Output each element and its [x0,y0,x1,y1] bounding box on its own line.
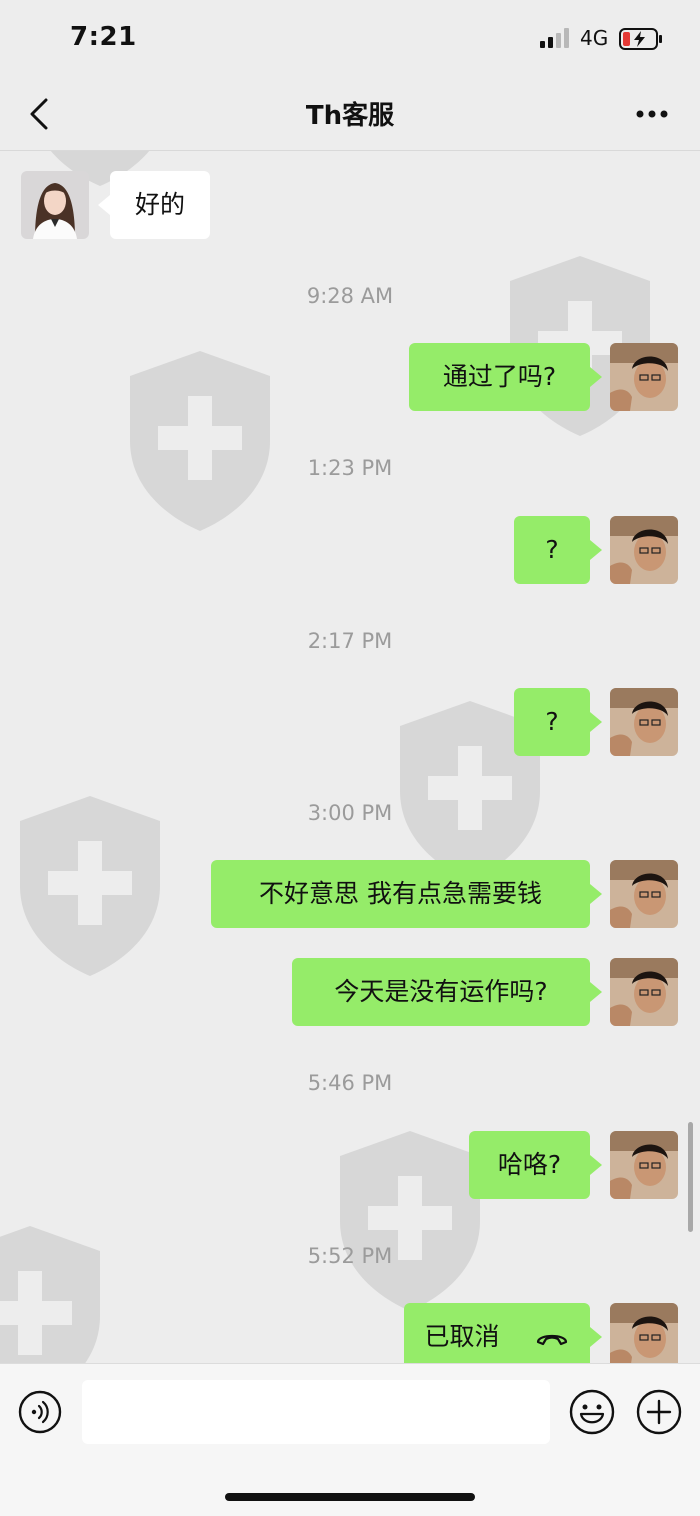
battery-icon [619,28,662,50]
shield-watermark-icon [340,1131,480,1311]
status-bar: 7:21 4G [0,0,700,80]
chat-header: Th客服 [0,80,700,151]
user-avatar[interactable] [610,516,678,584]
hangup-phone-icon [537,1334,568,1346]
message-timestamp: 1:23 PM [307,456,393,480]
scrollbar[interactable] [688,1122,693,1232]
signal-icon [540,28,569,48]
user-avatar[interactable] [610,860,678,928]
message-timestamp: 9:28 AM [306,284,394,308]
plus-icon[interactable] [636,1389,682,1435]
user-avatar[interactable] [610,688,678,756]
user-avatar[interactable] [610,1303,678,1363]
message-bubble-sent[interactable]: 不好意思 我有点急需要钱 [211,860,602,928]
user-avatar[interactable] [610,343,678,411]
message-input[interactable] [82,1380,550,1444]
call-canceled-bubble[interactable]: 已取消 [404,1303,602,1363]
message-timestamp: 3:00 PM [307,801,393,825]
home-indicator[interactable] [225,1493,475,1501]
message-timestamp: 2:17 PM [307,629,393,653]
message-timestamp: 5:52 PM [307,1244,393,1268]
more-dots-icon[interactable] [630,96,674,132]
shield-watermark-icon [130,351,270,531]
message-bubble-sent[interactable]: 今天是没有运作吗? [292,958,602,1026]
contact-avatar[interactable] [21,171,89,239]
message-timestamp: 5:46 PM [307,1071,393,1095]
message-list[interactable]: 好的 9:28 AM 通过了吗? 1:23 PM ? 2:17 PM ? 3:0… [0,151,700,1363]
user-avatar[interactable] [610,1131,678,1199]
message-bubble-received[interactable]: 好的 [98,171,210,239]
shield-watermark-icon [0,1226,100,1363]
voice-icon[interactable] [18,1390,62,1434]
chat-title: Th客服 [305,101,395,131]
message-bubble-sent[interactable]: 哈咯? [469,1131,602,1199]
user-avatar[interactable] [610,958,678,1026]
status-time: 7:21 [70,22,137,52]
emoji-icon[interactable] [569,1389,615,1435]
message-bubble-sent[interactable]: ? [514,688,602,756]
message-bubble-sent[interactable]: 通过了吗? [409,343,602,411]
network-type: 4G [580,26,609,50]
call-status-text: 已取消 [424,1322,500,1351]
message-bubble-sent[interactable]: ? [514,516,602,584]
